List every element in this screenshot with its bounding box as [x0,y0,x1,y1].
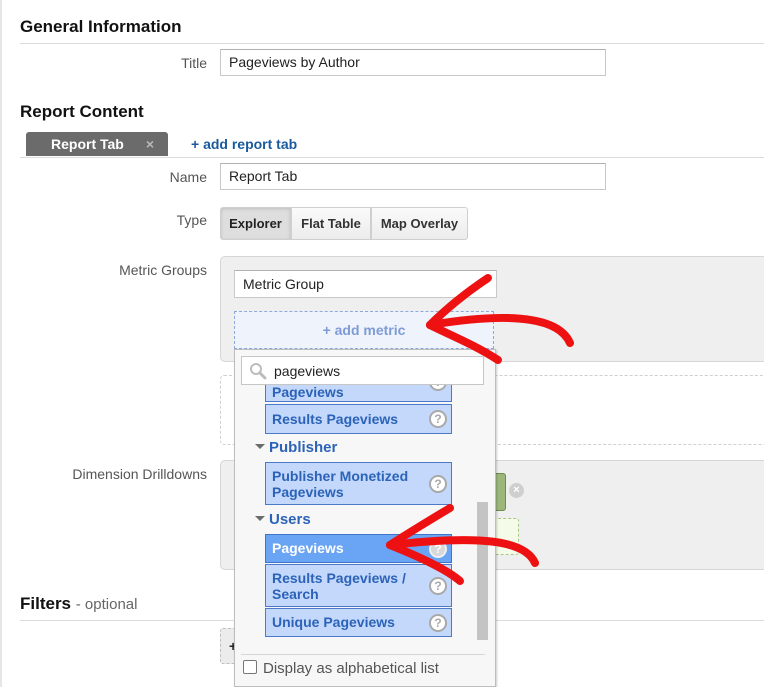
name-input[interactable]: Report Tab [220,163,606,190]
metric-item-users-pageviews[interactable]: Pageviews ? [265,534,452,563]
tab-divider [20,157,764,158]
metric-picker-dropdown: Pageviews ? Results Pageviews ? Publishe… [234,349,496,687]
title-input[interactable]: Pageviews by Author [220,49,606,76]
help-icon[interactable]: ? [429,474,447,493]
dimension-drilldowns-label: Dimension Drilldowns [72,466,207,482]
alphabetical-option[interactable]: Display as alphabetical list [243,660,439,677]
metric-item-label: Pageviews [272,540,344,556]
search-icon [250,363,267,380]
title-label: Title [181,55,207,71]
alphabetical-label: Display as alphabetical list [263,660,439,677]
alphabetical-checkbox[interactable] [243,660,257,675]
metric-list: Pageviews ? Results Pageviews ? Publishe… [235,350,475,650]
report-content-heading: Report Content [20,102,144,121]
metric-group-publisher[interactable]: Publisher [255,439,337,456]
metric-group-name-input[interactable]: Metric Group [234,270,497,298]
metric-item-label: Publisher Monetized Pageviews [272,468,409,500]
filters-heading-text: Filters [20,594,72,613]
page-left-border [0,0,2,687]
metric-item-publisher-monetized-pageviews[interactable]: Publisher Monetized Pageviews ? [265,462,452,505]
remove-dimension-icon[interactable]: × [509,483,524,498]
report-tab[interactable]: Report Tab × [26,132,168,156]
report-tab-label: Report Tab [51,136,124,152]
help-icon[interactable]: ? [429,539,447,558]
metric-item-label: Results Pageviews / Search [272,570,406,602]
help-icon[interactable]: ? [429,613,447,632]
caret-down-icon [255,515,265,521]
metric-item-results-pageviews-search[interactable]: Results Pageviews / Search ? [265,564,452,607]
section-divider [20,43,764,44]
name-label: Name [169,169,207,185]
group-label: Users [269,511,311,528]
type-map-overlay-button[interactable]: Map Overlay [371,207,468,240]
metric-group-users[interactable]: Users [255,511,311,528]
type-explorer-button[interactable]: Explorer [220,207,291,240]
close-icon[interactable]: × [146,132,154,156]
metric-search-box[interactable] [241,356,484,385]
filters-optional-text: - optional [75,596,138,613]
metric-item-label: Unique Pageviews [272,614,395,630]
metric-item-label: Pageviews [272,384,344,400]
metric-item-unique-pageviews[interactable]: Unique Pageviews ? [265,608,452,637]
add-report-tab-link[interactable]: + add report tab [191,136,297,152]
help-icon[interactable]: ? [429,410,447,428]
metric-item-label: Results Pageviews [272,411,399,427]
metric-groups-label: Metric Groups [119,262,207,278]
metric-item-results-pageviews[interactable]: Results Pageviews ? [265,404,452,434]
metric-search-input[interactable] [272,357,477,384]
caret-down-icon [255,443,265,449]
scrollbar[interactable] [477,502,488,640]
filters-heading: Filters - optional [20,594,137,614]
general-information-heading: General Information [20,17,182,36]
add-metric-button[interactable]: + add metric [234,311,494,349]
type-flat-table-button[interactable]: Flat Table [291,207,371,240]
group-label: Publisher [269,439,338,456]
footer-divider [241,654,485,655]
type-label: Type [176,212,207,228]
help-icon[interactable]: ? [429,576,447,595]
